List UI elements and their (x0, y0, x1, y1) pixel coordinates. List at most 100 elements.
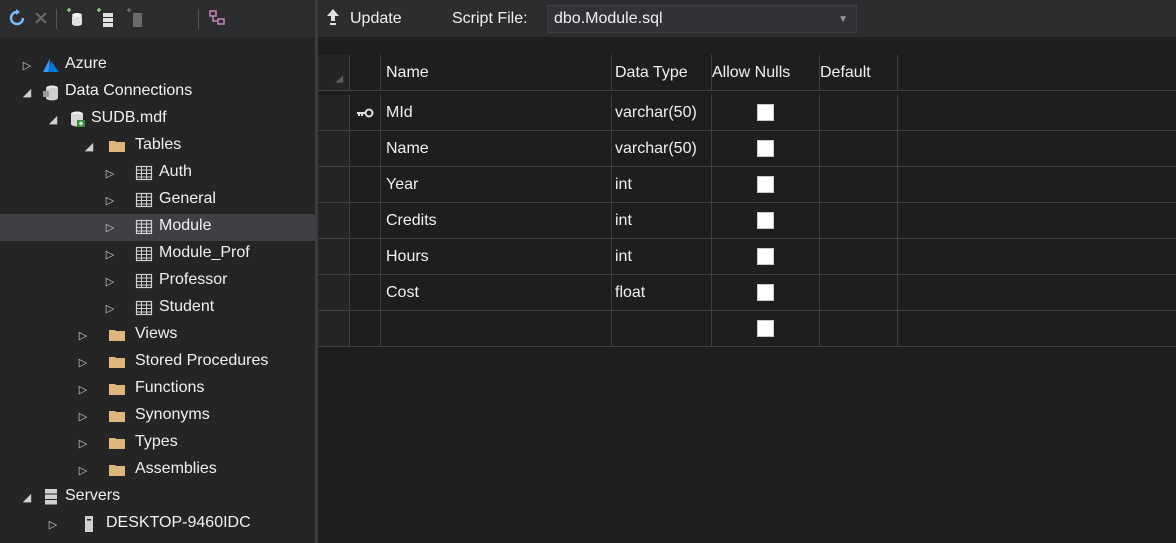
tree-item-synonyms[interactable]: ▷ Synonyms (0, 403, 315, 430)
tree-item-label: Auth (159, 163, 192, 180)
header-allow-nulls[interactable]: Allow Nulls (712, 55, 820, 91)
expand-arrow-icon[interactable]: ▷ (76, 409, 90, 423)
expand-arrow-icon[interactable]: ▷ (76, 436, 90, 450)
row-filler (898, 311, 1176, 347)
row-selector[interactable] (318, 95, 350, 131)
column-name-cell[interactable]: Cost (381, 275, 612, 311)
expand-arrow-icon[interactable]: ▷ (76, 355, 90, 369)
tree-item-functions[interactable]: ▷ Functions (0, 376, 315, 403)
tree-item-data-connections[interactable]: ◢ Data Connections (0, 79, 315, 106)
default-cell[interactable] (820, 239, 898, 275)
collapse-arrow-icon[interactable]: ◢ (20, 490, 34, 504)
tree-item-types[interactable]: ▷ Types (0, 430, 315, 457)
header-filler (898, 55, 1176, 91)
table-row[interactable]: MId varchar(50) (318, 95, 1176, 131)
column-name-cell[interactable]: Hours (381, 239, 612, 275)
stop-refresh-icon[interactable] (30, 7, 52, 29)
row-selector[interactable] (318, 311, 350, 347)
table-row[interactable]: Credits int (318, 203, 1176, 239)
new-row[interactable] (318, 311, 1176, 347)
allow-nulls-checkbox[interactable] (757, 140, 774, 157)
default-cell[interactable] (820, 167, 898, 203)
key-cell (350, 167, 381, 203)
tree-item-table-module[interactable]: ▷ Module (0, 214, 315, 241)
script-file-dropdown[interactable]: dbo.Module.sql ▼ (547, 5, 857, 33)
expand-arrow-icon[interactable]: ▷ (76, 328, 90, 342)
row-selector[interactable] (318, 167, 350, 203)
column-name-cell[interactable]: Name (381, 131, 612, 167)
default-cell[interactable] (820, 95, 898, 131)
tree-item-tables[interactable]: ◢ Tables (0, 133, 315, 160)
column-name-cell[interactable] (381, 311, 612, 347)
data-type-cell[interactable]: float (612, 275, 712, 311)
tree-item-assemblies[interactable]: ▷ Assemblies (0, 457, 315, 484)
collapse-arrow-icon[interactable]: ◢ (82, 139, 96, 153)
table-row[interactable]: Cost float (318, 275, 1176, 311)
tree-item-table-student[interactable]: ▷ Student (0, 295, 315, 322)
tree-item-table-professor[interactable]: ▷ Professor (0, 268, 315, 295)
data-type-cell[interactable]: int (612, 167, 712, 203)
azure-icon (42, 56, 60, 74)
expand-arrow-icon[interactable]: ▷ (103, 166, 117, 180)
header-data-type[interactable]: Data Type (612, 55, 712, 91)
folder-icon (108, 137, 126, 155)
tree-item-table-module-prof[interactable]: ▷ Module_Prof (0, 241, 315, 268)
column-name-cell[interactable]: Credits (381, 203, 612, 239)
collapse-arrow-icon[interactable]: ◢ (20, 85, 34, 99)
row-selector[interactable] (318, 131, 350, 167)
expand-arrow-icon[interactable]: ▷ (103, 274, 117, 288)
column-name-cell[interactable]: Year (381, 167, 612, 203)
tree-item-stored-procedures[interactable]: ▷ Stored Procedures (0, 349, 315, 376)
tree-item-sudb[interactable]: ◢ SUDB.mdf (0, 106, 315, 133)
data-type-cell[interactable] (612, 311, 712, 347)
column-name-cell[interactable]: MId (381, 95, 612, 131)
allow-nulls-checkbox[interactable] (757, 176, 774, 193)
add-connection-icon[interactable] (64, 7, 86, 29)
folder-icon (108, 326, 126, 344)
allow-nulls-checkbox[interactable] (757, 104, 774, 121)
expand-arrow-icon[interactable]: ▷ (103, 301, 117, 315)
tree-item-servers[interactable]: ◢ Servers (0, 484, 315, 511)
default-cell[interactable] (820, 131, 898, 167)
connect-to-server-icon[interactable] (94, 7, 116, 29)
default-cell[interactable] (820, 311, 898, 347)
tree-item-views[interactable]: ▷ Views (0, 322, 315, 349)
expand-arrow-icon[interactable]: ▷ (76, 382, 90, 396)
connect-sharepoint-icon[interactable] (124, 7, 146, 29)
allow-nulls-checkbox[interactable] (757, 212, 774, 229)
data-type-cell[interactable]: int (612, 239, 712, 275)
schema-compare-icon[interactable] (206, 7, 228, 29)
expand-arrow-icon[interactable]: ▷ (46, 517, 60, 531)
allow-nulls-checkbox[interactable] (757, 284, 774, 301)
allow-nulls-checkbox[interactable] (757, 248, 774, 265)
select-all-corner[interactable] (318, 55, 350, 91)
expand-arrow-icon[interactable]: ▷ (103, 193, 117, 207)
collapse-arrow-icon[interactable]: ◢ (46, 112, 60, 126)
tree-item-table-auth[interactable]: ▷ Auth (0, 160, 315, 187)
data-type-cell[interactable]: varchar(50) (612, 95, 712, 131)
header-default[interactable]: Default (820, 55, 898, 91)
tree-item-label: Assemblies (135, 460, 217, 477)
table-row[interactable]: Year int (318, 167, 1176, 203)
tree-item-azure[interactable]: ▷ Azure (0, 52, 315, 79)
allow-nulls-checkbox[interactable] (757, 320, 774, 337)
tree-item-label: Module (159, 217, 212, 234)
data-type-cell[interactable]: varchar(50) (612, 131, 712, 167)
tree-item-desktop-server[interactable]: ▷ DESKTOP-9460IDC (0, 511, 315, 538)
expand-arrow-icon[interactable]: ▷ (20, 58, 34, 72)
table-row[interactable]: Name varchar(50) (318, 131, 1176, 167)
expand-arrow-icon[interactable]: ▷ (103, 247, 117, 261)
refresh-icon[interactable] (6, 7, 28, 29)
tree-item-table-general[interactable]: ▷ General (0, 187, 315, 214)
data-type-cell[interactable]: int (612, 203, 712, 239)
row-selector[interactable] (318, 239, 350, 275)
default-cell[interactable] (820, 275, 898, 311)
default-cell[interactable] (820, 203, 898, 239)
update-button[interactable]: Update (326, 6, 402, 32)
row-selector[interactable] (318, 203, 350, 239)
expand-arrow-icon[interactable]: ▷ (76, 463, 90, 477)
expand-arrow-icon[interactable]: ▷ (103, 220, 117, 234)
header-name[interactable]: Name (381, 55, 612, 91)
table-row[interactable]: Hours int (318, 239, 1176, 275)
row-selector[interactable] (318, 275, 350, 311)
